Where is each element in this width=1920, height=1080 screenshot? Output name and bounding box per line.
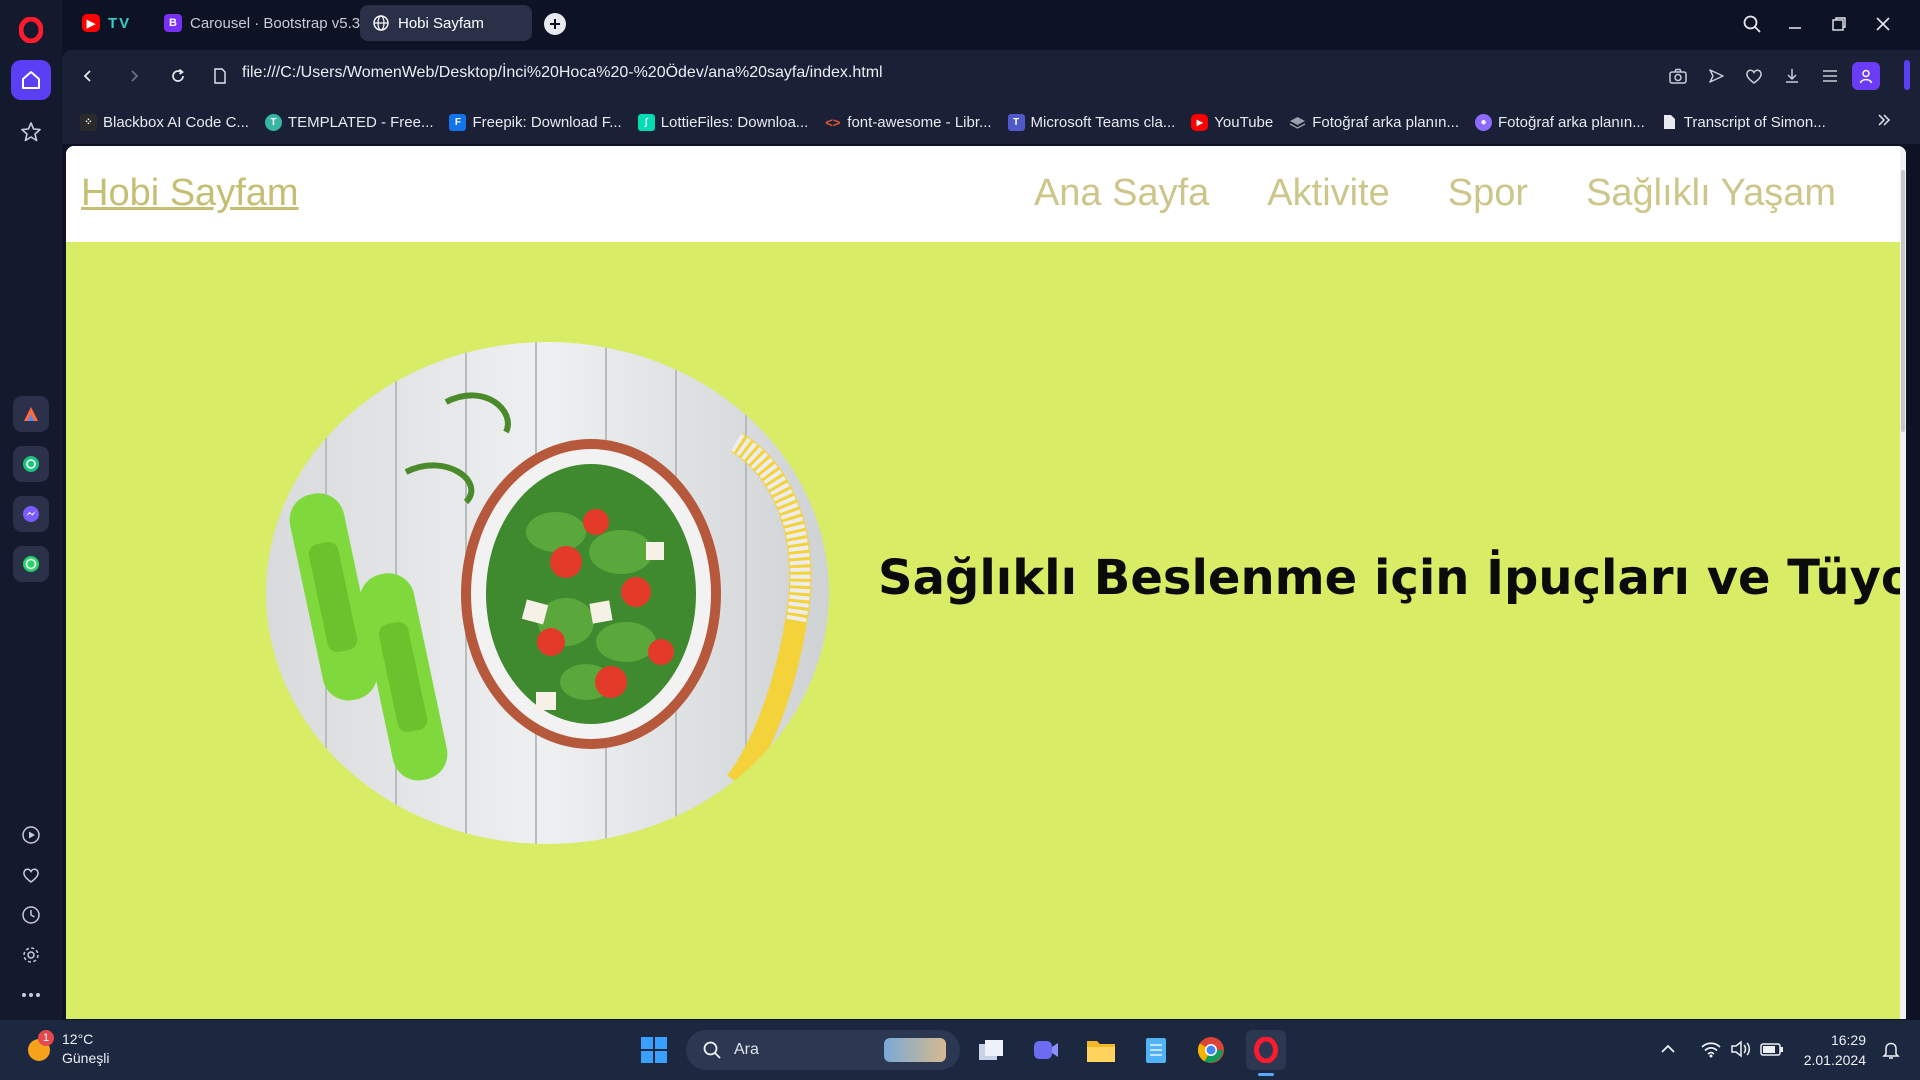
show-hidden-icons-chevron-icon[interactable]	[1660, 1040, 1676, 1059]
whatsapp-icon[interactable]	[13, 546, 49, 582]
notification-bell-icon[interactable]	[1882, 1040, 1900, 1064]
aria-ai-icon[interactable]	[13, 396, 49, 432]
clock-time: 16:29	[1830, 1032, 1866, 1048]
lottiefiles-icon: ∫	[637, 113, 655, 131]
search-icon	[703, 1041, 721, 1059]
send-flow-icon[interactable]	[1702, 62, 1730, 90]
close-icon[interactable]	[1868, 10, 1898, 38]
globe-icon	[372, 14, 390, 32]
download-icon[interactable]	[1778, 62, 1806, 90]
url-field[interactable]: file:///C:/Users/WomenWeb/Desktop/İnci%2…	[242, 64, 883, 82]
site-brand-link[interactable]: Hobi Sayfam	[81, 172, 299, 215]
weather-desc: Güneşli	[62, 1050, 110, 1066]
opera-taskbar-icon[interactable]	[1246, 1030, 1286, 1076]
chatgpt-icon[interactable]	[13, 446, 49, 482]
bookmark-photo-bg-2[interactable]: ● Fotoğraf arka planın...	[1475, 113, 1645, 131]
nav-link-saglikli-yasam[interactable]: Sağlıklı Yaşam	[1586, 172, 1836, 215]
bookmark-templated[interactable]: T TEMPLATED - Free...	[264, 113, 433, 131]
forward-icon[interactable]	[120, 62, 148, 90]
bookmark-teams[interactable]: T Microsoft Teams cla...	[1007, 113, 1175, 131]
restore-icon[interactable]	[1824, 10, 1854, 38]
home-icon[interactable]	[11, 60, 51, 100]
messenger-icon[interactable]	[13, 496, 49, 532]
site-menu: Ana Sayfa Aktivite Spor Sağlıklı Yaşam	[1034, 172, 1836, 215]
tab-strip: ▶ TV B Carousel · Bootstrap v5.3 Hobi Sa…	[62, 0, 1920, 48]
teams-icon: T	[1007, 113, 1025, 131]
hero-section: Sağlıklı Beslenme için İpuçları ve Tüyol…	[66, 242, 1906, 1019]
battery-icon[interactable]	[1760, 1040, 1784, 1062]
bookmark-freepik[interactable]: F Freepik: Download F...	[449, 113, 622, 131]
file-page-icon	[206, 62, 234, 90]
weather-widget[interactable]: 1 12°C Güneşli	[24, 1030, 109, 1068]
bookmark-blackbox[interactable]: ⁘ Blackbox AI Code C...	[80, 113, 249, 131]
sidebar-toggle-handle[interactable]	[1904, 60, 1910, 90]
search-highlight-image	[884, 1038, 946, 1062]
chrome-icon[interactable]	[1191, 1030, 1231, 1070]
opera-sidebar	[0, 0, 62, 1020]
history-icon[interactable]	[11, 895, 51, 935]
star-icon[interactable]	[11, 112, 51, 152]
page-viewport: Hobi Sayfam Ana Sayfa Aktivite Spor Sağl…	[66, 146, 1906, 1019]
profile-icon[interactable]	[1852, 62, 1880, 90]
windows-start-icon[interactable]	[634, 1030, 674, 1070]
salad-dumbbell-image	[266, 342, 829, 844]
youtube-tv-icon: ▶	[82, 14, 100, 32]
hero-title: Sağlıklı Beslenme için İpuçları ve Tüyol…	[878, 550, 1906, 606]
snapshot-camera-icon[interactable]	[1664, 62, 1692, 90]
back-icon[interactable]	[74, 62, 102, 90]
more-bookmarks-chevron-icon[interactable]	[1876, 112, 1892, 132]
code-icon: <>	[825, 114, 841, 130]
scrollbar-thumb[interactable]	[1901, 170, 1905, 432]
settings-gear-icon[interactable]	[11, 935, 51, 975]
nav-link-ana-sayfa[interactable]: Ana Sayfa	[1034, 172, 1209, 215]
opera-logo-icon[interactable]	[17, 16, 45, 44]
task-view-icon[interactable]	[971, 1030, 1011, 1070]
blackbox-icon: ⁘	[80, 113, 97, 131]
favorite-heart-icon[interactable]	[1740, 62, 1768, 90]
freepik-icon: F	[449, 113, 467, 131]
bookmarks-bar: ⁘ Blackbox AI Code C... T TEMPLATED - Fr…	[62, 100, 1920, 144]
clock-date: 2.01.2024	[1803, 1052, 1866, 1068]
search-placeholder: Ara	[734, 1041, 759, 1058]
easy-setup-icon[interactable]	[1816, 62, 1844, 90]
bootstrap-icon: B	[164, 14, 182, 32]
bookmark-font-awesome[interactable]: <> font-awesome - Libr...	[824, 114, 991, 131]
bookmark-youtube[interactable]: ▶ YouTube	[1191, 113, 1273, 131]
photoroom-icon: ●	[1475, 113, 1492, 131]
youtube-icon: ▶	[1191, 113, 1209, 131]
nav-link-aktivite[interactable]: Aktivite	[1267, 172, 1389, 215]
player-icon[interactable]	[11, 815, 51, 855]
templated-icon: T	[264, 113, 282, 131]
taskbar-search-box[interactable]: Ara	[686, 1030, 960, 1070]
teams-meet-icon[interactable]	[1026, 1030, 1066, 1070]
new-tab-plus-icon[interactable]	[544, 13, 566, 35]
weather-badge: 1	[38, 1030, 54, 1046]
volume-icon[interactable]	[1730, 1040, 1752, 1062]
bookmark-transcript[interactable]: Transcript of Simon...	[1661, 114, 1826, 131]
address-bar: file:///C:/Users/WomenWeb/Desktop/İnci%2…	[62, 50, 1920, 100]
page-scrollbar[interactable]	[1900, 146, 1906, 1019]
active-app-indicator	[1258, 1073, 1274, 1076]
bookmark-photo-bg-1[interactable]: Fotoğraf arka planın...	[1289, 114, 1459, 131]
tab-hobi-sayfam[interactable]: Hobi Sayfam	[360, 5, 532, 41]
file-explorer-icon[interactable]	[1081, 1030, 1121, 1070]
tab-search-icon[interactable]	[1737, 10, 1767, 38]
nav-link-spor[interactable]: Spor	[1448, 172, 1528, 215]
reload-icon[interactable]	[164, 62, 192, 90]
weather-temp: 12°C	[62, 1031, 94, 1047]
document-icon	[1661, 114, 1678, 131]
sun-weather-icon: 1	[24, 1030, 54, 1064]
layers-icon	[1289, 114, 1306, 131]
notepad-icon[interactable]	[1136, 1030, 1176, 1070]
wifi-icon[interactable]	[1700, 1040, 1722, 1062]
bookmark-lottiefiles[interactable]: ∫ LottieFiles: Downloa...	[637, 113, 808, 131]
windows-taskbar: 1 12°C Güneşli Ara 16:29 2.01.2024	[0, 1020, 1920, 1080]
tab-youtube-tv[interactable]: ▶ TV	[70, 5, 152, 41]
system-clock[interactable]: 16:29 2.01.2024	[1804, 1030, 1866, 1070]
site-navbar: Hobi Sayfam Ana Sayfa Aktivite Spor Sağl…	[66, 146, 1900, 242]
minimize-icon[interactable]	[1780, 10, 1810, 38]
more-dots-icon[interactable]	[11, 975, 51, 1015]
heart-icon[interactable]	[11, 855, 51, 895]
tab-bootstrap-carousel[interactable]: B Carousel · Bootstrap v5.3	[152, 5, 360, 41]
